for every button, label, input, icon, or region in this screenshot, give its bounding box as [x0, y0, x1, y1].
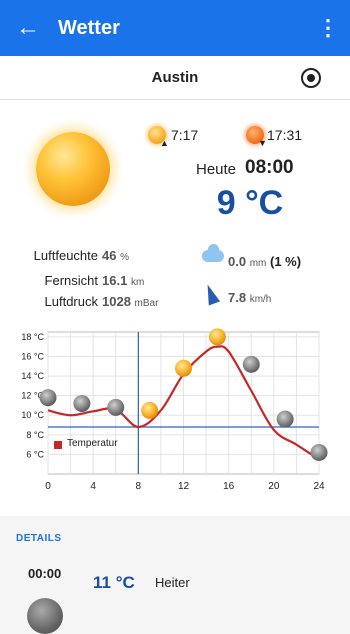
sun-icon: [36, 132, 110, 206]
temperature-chart: 0 4 8 12 16 20 246 °C8 °C10 °C12 °C14 °C16 °C1…: [21, 328, 328, 492]
precipitation-cloud-icon: [202, 244, 224, 262]
y-tick-label: 10 °C: [21, 410, 44, 420]
current-time: 08:00: [245, 157, 294, 178]
y-tick-label: 18 °C: [21, 332, 44, 342]
chart-moon-icon: [310, 443, 328, 461]
pressure-value: 1028 mBar: [102, 294, 159, 309]
moon-icon: [27, 598, 63, 634]
chart-sun-icon: [175, 359, 192, 377]
weather-card: Austin ▲ 7:17 ▼ 17:31 Heute 08:00 9 °C L…: [0, 56, 350, 516]
visibility-value: 16.1 km: [102, 273, 145, 288]
city-name: Austin: [151, 69, 199, 86]
chart-sun-icon: [141, 401, 159, 419]
sunset-time: 17:31: [267, 127, 303, 143]
visibility-label: Fernsicht: [44, 273, 98, 288]
detail-condition: Heiter: [155, 575, 190, 590]
detail-time: 00:00: [28, 566, 62, 581]
x-tick-label: 12: [178, 481, 190, 492]
y-tick-label: 8 °C: [26, 430, 44, 440]
locate-icon[interactable]: [301, 68, 321, 88]
x-tick-label: 24: [313, 481, 325, 492]
sunrise-time: 7:17: [171, 127, 199, 143]
detail-temperature: 11 °C: [93, 573, 135, 592]
legend-color-temperature: [54, 441, 62, 449]
chart-moon-icon: [73, 394, 91, 412]
x-tick-label: 20: [268, 481, 280, 492]
y-tick-label: 16 °C: [21, 351, 44, 361]
chart-moon-icon: [276, 410, 294, 428]
more-vert-icon[interactable]: ⋮: [306, 0, 350, 56]
x-tick-label: 8: [136, 481, 142, 492]
x-tick-label: 0: [45, 481, 51, 492]
details-heading: DETAILS: [16, 533, 62, 544]
chart-sun-icon: [208, 328, 226, 346]
day-label: Heute: [196, 161, 237, 178]
x-tick-label: 4: [90, 481, 96, 492]
y-tick-label: 6 °C: [26, 449, 44, 459]
y-tick-label: 14 °C: [21, 371, 44, 381]
sunset-arrow-icon: ▼: [258, 138, 267, 148]
wind-direction-icon: [201, 282, 221, 306]
location-row: Austin: [0, 56, 350, 100]
pressure-label: Luftdruck: [44, 294, 98, 309]
x-tick-label: 16: [223, 481, 235, 492]
legend-label-temperature: Temperatur: [67, 438, 118, 449]
humidity-label: Luftfeuchte: [33, 248, 98, 263]
humidity-value: 46 %: [102, 248, 129, 263]
app-bar: ← Wetter ⋮: [0, 0, 350, 56]
chart-moon-icon: [107, 398, 125, 416]
back-arrow-icon[interactable]: ←: [0, 0, 56, 56]
current-temperature: 9 °C: [216, 184, 284, 222]
sunrise-arrow-icon: ▲: [160, 138, 169, 148]
chart-moon-icon: [242, 355, 260, 373]
chart-moon-icon: [39, 389, 57, 407]
app-title: Wetter: [58, 16, 120, 39]
wind-value: 7.8 km/h: [228, 290, 272, 305]
precipitation-value: 0.0 mm (1 %): [228, 254, 302, 269]
